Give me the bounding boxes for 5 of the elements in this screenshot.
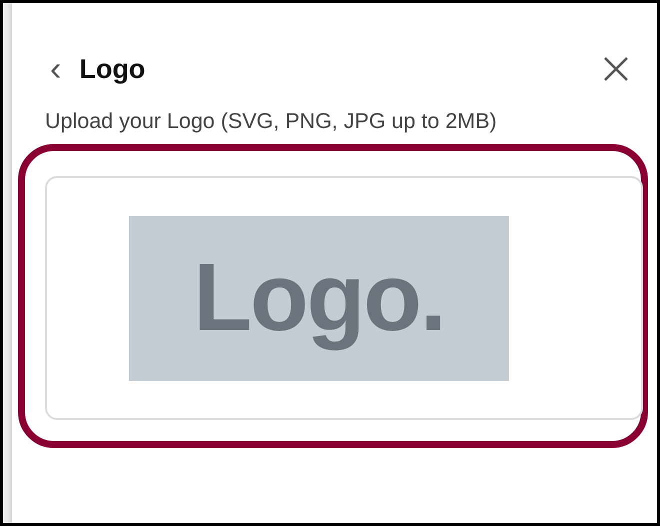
back-button[interactable]: ‹ xyxy=(42,52,70,86)
logo-preview: Logo. xyxy=(129,216,509,380)
upload-label: Upload your Logo (SVG, PNG, JPG up to 2MB) xyxy=(45,109,498,134)
close-button[interactable] xyxy=(603,56,629,82)
panel-title: Logo xyxy=(79,54,146,84)
